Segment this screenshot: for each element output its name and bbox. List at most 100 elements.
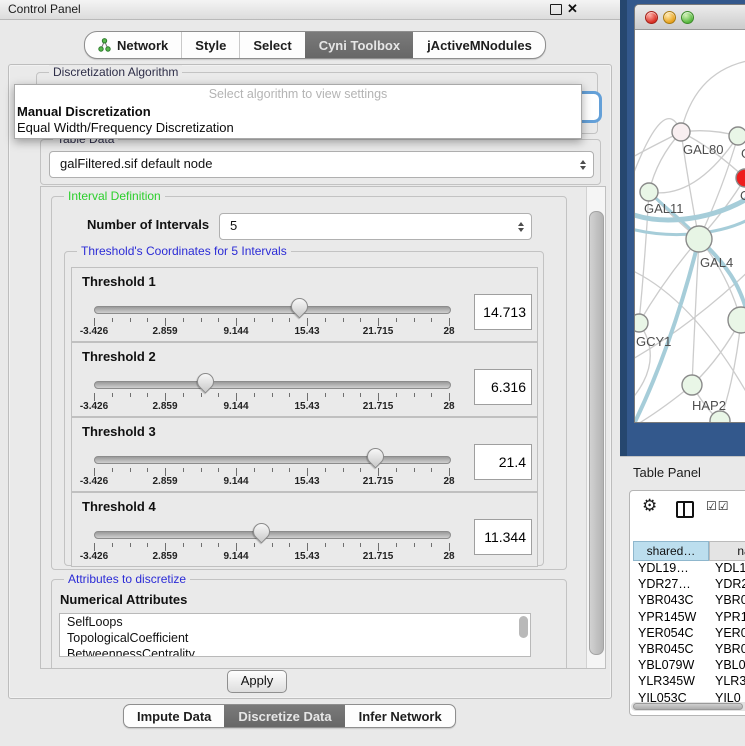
threshold-value-field[interactable]: 21.4 xyxy=(474,444,532,480)
number-of-intervals-combobox[interactable]: 5 xyxy=(219,213,532,240)
network-edge[interactable] xyxy=(681,60,745,132)
list-scrollbar-thumb[interactable] xyxy=(519,616,528,638)
node-label-GAL11: GAL11 xyxy=(644,201,684,216)
number-of-intervals-value: 5 xyxy=(230,218,237,233)
interval-definition-group: Interval Definition Number of Intervals … xyxy=(51,196,567,570)
table-row[interactable]: YBR043CYBR0 xyxy=(633,593,745,609)
slider-track[interactable] xyxy=(94,456,451,464)
algorithm-placeholder-option[interactable]: Select algorithm to view settings xyxy=(15,85,581,104)
slider-thumb[interactable] xyxy=(250,519,274,543)
network-node-GAL4[interactable] xyxy=(686,226,712,252)
cell-shared-name: YDR27… xyxy=(633,577,709,593)
network-desktop: GAL80G.CGAL11GAL4GCY1HHAP2 xyxy=(620,0,745,456)
table-row[interactable]: YPR145WYPR1 xyxy=(633,610,745,626)
scrollbar-thumb[interactable] xyxy=(589,211,604,655)
tab-select[interactable]: Select xyxy=(239,32,304,58)
network-node-node-h[interactable] xyxy=(728,307,745,333)
cell-shared-name: YBR043C xyxy=(633,593,709,609)
slider-tick-labels: -3.4262.8599.14415.4321.71528 xyxy=(94,401,449,413)
zoom-window-icon[interactable] xyxy=(681,11,694,24)
attribute-list-item[interactable]: BetweennessCentrality xyxy=(60,646,530,657)
minimize-window-icon[interactable] xyxy=(663,11,676,24)
tab-cyni-toolbox[interactable]: Cyni Toolbox xyxy=(305,32,413,58)
cell-shared-name: YDL19… xyxy=(633,561,709,577)
column-header-2[interactable]: na xyxy=(709,541,745,561)
table-row[interactable]: YDR27…YDR2 xyxy=(633,577,745,593)
threshold-value-field[interactable]: 6.316 xyxy=(474,369,532,405)
network-edge[interactable] xyxy=(639,239,699,323)
tab-label: Style xyxy=(195,38,226,53)
bottom-tab-infer-network[interactable]: Infer Network xyxy=(345,705,455,727)
bottom-tab-impute-data[interactable]: Impute Data xyxy=(124,705,224,727)
attributes-group-title: Attributes to discretize xyxy=(64,572,190,587)
slider-track[interactable] xyxy=(94,306,451,314)
tab-label: jActiveMNodules xyxy=(427,38,532,53)
horizontal-scrollbar[interactable] xyxy=(631,702,745,711)
network-node-GAL11[interactable] xyxy=(640,183,658,201)
tab-jactivemnodules[interactable]: jActiveMNodules xyxy=(413,32,545,58)
table-row[interactable]: YBR045CYBR0 xyxy=(633,642,745,658)
network-edge[interactable] xyxy=(649,132,681,192)
attributes-group: Attributes to discretize Numerical Attri… xyxy=(51,579,567,669)
close-window-icon[interactable] xyxy=(645,11,658,24)
table-header-row: shared…na xyxy=(633,541,745,561)
cell-name: YBR0 xyxy=(709,642,745,658)
bottom-tab-discretize-data[interactable]: Discretize Data xyxy=(224,705,344,727)
numerical-attributes-list[interactable]: SelfLoopsTopologicalCoefficientBetweenne… xyxy=(59,613,531,657)
attribute-list-item[interactable]: TopologicalCoefficient xyxy=(60,630,530,646)
node-label-GCY1: GCY1 xyxy=(636,334,671,349)
horizontal-scrollbar-thumb[interactable] xyxy=(633,703,743,710)
slider-thumb[interactable] xyxy=(363,444,387,468)
tab-network[interactable]: Network xyxy=(85,32,181,58)
cell-shared-name: YLR345W xyxy=(633,674,709,690)
network-node-HAP2[interactable] xyxy=(682,375,702,395)
table-row[interactable]: YLR345WYLR3 xyxy=(633,674,745,690)
thresholds-group-title: Threshold's Coordinates for 5 Intervals xyxy=(77,244,291,259)
node-label-GAL80: GAL80 xyxy=(683,142,723,157)
tab-style[interactable]: Style xyxy=(181,32,239,58)
close-icon[interactable]: ✕ xyxy=(567,1,578,17)
tab-label: Impute Data xyxy=(137,709,211,724)
table-row[interactable]: YER054CYER0 xyxy=(633,626,745,642)
network-view-window[interactable]: GAL80G.CGAL11GAL4GCY1HHAP2 xyxy=(634,4,745,423)
table-panel-section: Table Panel ⚙ ☑☑ shared…na YDL19…YDL1YDR… xyxy=(620,456,745,746)
node-label-GAL4: GAL4 xyxy=(700,255,733,270)
network-canvas[interactable]: GAL80G.CGAL11GAL4GCY1HHAP2 xyxy=(635,30,745,422)
table-row[interactable]: YBL079WYBL0 xyxy=(633,658,745,674)
thresholds-group: Threshold's Coordinates for 5 Intervals … xyxy=(64,251,544,566)
network-node-GCY1[interactable] xyxy=(635,314,648,332)
checkboxes-icon[interactable]: ☑☑ xyxy=(706,499,730,513)
cell-name: YLR3 xyxy=(709,674,745,690)
apply-button[interactable]: Apply xyxy=(227,670,287,693)
float-icon[interactable] xyxy=(550,4,562,15)
node-label-node-top-right: G. xyxy=(741,146,745,161)
threshold-value-field[interactable]: 14.713 xyxy=(474,294,532,330)
column-header-1[interactable]: shared… xyxy=(633,541,709,561)
algorithm-option-equal-width[interactable]: Equal Width/Frequency Discretization xyxy=(15,120,581,136)
threshold-label: Threshold 3 xyxy=(82,424,156,439)
slider-track[interactable] xyxy=(94,381,451,389)
network-node-node-top-right[interactable] xyxy=(729,127,745,145)
attribute-list-item[interactable]: SelfLoops xyxy=(60,614,530,630)
table-row[interactable]: YDL19…YDL1 xyxy=(633,561,745,577)
network-node-GAL80[interactable] xyxy=(672,123,690,141)
threshold-value-field[interactable]: 11.344 xyxy=(474,519,532,555)
columns-icon[interactable] xyxy=(676,501,694,518)
network-window-titlebar xyxy=(635,5,745,30)
cell-shared-name: YER054C xyxy=(633,626,709,642)
cell-shared-name: YBL079W xyxy=(633,658,709,674)
threshold-3-panel: Threshold 3-3.4262.8599.14415.4321.71528… xyxy=(71,417,538,492)
threshold-label: Threshold 4 xyxy=(82,499,156,514)
slider-track[interactable] xyxy=(94,531,451,539)
network-icon xyxy=(98,38,111,52)
gear-icon[interactable]: ⚙ xyxy=(642,496,657,516)
slider-thumb[interactable] xyxy=(288,294,312,318)
interval-definition-title: Interval Definition xyxy=(64,189,165,204)
table-data-combobox[interactable]: galFiltered.sif default node xyxy=(49,151,594,178)
table-panel-title: Table Panel xyxy=(633,465,701,480)
vertical-scrollbar[interactable] xyxy=(586,187,605,668)
algorithm-option-manual[interactable]: Manual Discretization xyxy=(15,104,581,120)
cell-name: YBR0 xyxy=(709,593,745,609)
table-data-value: galFiltered.sif default node xyxy=(60,156,212,171)
slider-thumb[interactable] xyxy=(193,369,217,393)
